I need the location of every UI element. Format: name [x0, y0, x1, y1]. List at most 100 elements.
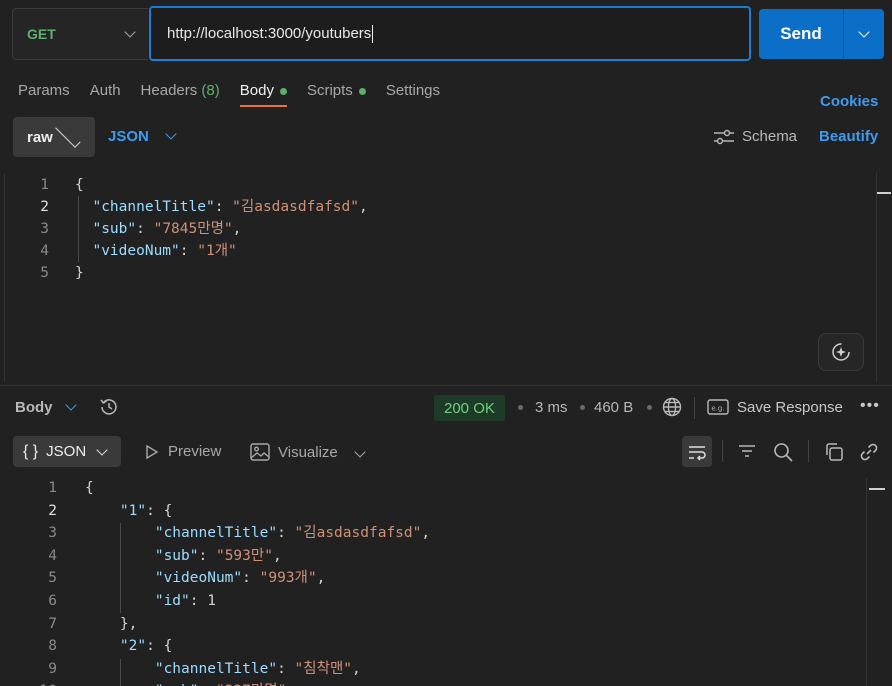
- send-button-group[interactable]: Send: [759, 9, 884, 59]
- json-key: "1": [119, 502, 147, 519]
- modified-dot-icon: [279, 87, 287, 95]
- divider: [694, 397, 695, 419]
- history-icon[interactable]: [98, 396, 120, 423]
- chevron-down-icon: [165, 128, 177, 140]
- punctuation: ,: [358, 199, 368, 215]
- save-response-button[interactable]: e.g. Save Response: [707, 398, 843, 416]
- code-line: }: [75, 265, 84, 281]
- filter-icon[interactable]: [737, 441, 757, 466]
- send-button[interactable]: Send: [759, 9, 843, 59]
- cookies-link[interactable]: Cookies: [820, 93, 878, 110]
- beautify-button[interactable]: Beautify: [819, 128, 878, 145]
- wrap-lines-button[interactable]: [682, 436, 712, 467]
- line-number: 5: [40, 265, 49, 281]
- tab-auth[interactable]: Auth: [90, 82, 121, 107]
- url-input[interactable]: http://localhost:3000/youtubers: [149, 6, 751, 61]
- copy-icon[interactable]: [823, 441, 845, 468]
- punctuation: ,: [316, 570, 326, 587]
- visualize-dropdown[interactable]: [354, 443, 366, 461]
- body-type-label: raw: [27, 128, 53, 146]
- image-icon: [250, 443, 270, 461]
- tab-label: Params: [18, 82, 70, 99]
- response-scrollbar[interactable]: [866, 478, 892, 686]
- punctuation: : {: [146, 638, 173, 655]
- tab-body[interactable]: Body: [239, 82, 288, 107]
- json-key: "sub": [92, 221, 137, 237]
- punctuation: ,: [352, 660, 361, 677]
- chevron-down-icon: [858, 26, 870, 38]
- json-key: "id": [154, 592, 190, 609]
- line-number: 2: [48, 502, 57, 519]
- response-body-label: Body: [15, 399, 53, 416]
- headers-count-badge: (8): [201, 82, 220, 99]
- json-value: "993개": [259, 570, 317, 587]
- method-select[interactable]: GET: [12, 8, 148, 60]
- sparkle-icon: [832, 343, 850, 361]
- line-number: 9: [48, 660, 57, 677]
- tab-scripts[interactable]: Scripts: [307, 82, 366, 107]
- send-dropdown-button[interactable]: [843, 9, 884, 59]
- separator-dot: [647, 405, 652, 410]
- punctuation: ,: [421, 525, 431, 542]
- save-response-label: Save Response: [737, 398, 843, 416]
- code-line: "sub": "593만",: [85, 545, 430, 568]
- raw-format-select[interactable]: JSON: [108, 128, 177, 145]
- editor-scrollbar[interactable]: [876, 172, 891, 382]
- chevron-down-icon: [354, 446, 366, 458]
- chevron-down-icon: [96, 443, 108, 456]
- preview-tab[interactable]: Preview: [144, 443, 221, 460]
- tab-label: Settings: [385, 82, 441, 99]
- line-number: 4: [48, 547, 57, 564]
- json-value: "7845만명": [153, 221, 233, 237]
- globe-icon[interactable]: [661, 396, 683, 423]
- response-format-select[interactable]: { } JSON: [13, 436, 121, 467]
- body-type-select[interactable]: raw: [13, 117, 95, 157]
- braces-icon: { }: [23, 442, 39, 460]
- chevron-down-icon: [124, 26, 136, 38]
- tab-label: Scripts: [306, 82, 353, 99]
- json-value: "김asdasdfafsd": [232, 199, 359, 215]
- line-number: 2: [40, 199, 49, 215]
- punctuation: :: [277, 525, 295, 542]
- svg-text:e.g.: e.g.: [711, 405, 724, 413]
- json-value: "1개": [197, 243, 237, 259]
- response-line-numbers: 1 2 3 4 5 6 7 8 9 10: [30, 477, 57, 686]
- punctuation: : {: [146, 502, 173, 519]
- request-code: { "channelTitle": "김asdasdfafsd", "sub":…: [75, 174, 368, 284]
- search-icon[interactable]: [772, 441, 794, 468]
- pane-divider[interactable]: [0, 385, 892, 386]
- method-label: GET: [27, 26, 56, 42]
- line-number: 3: [40, 221, 49, 237]
- link-icon[interactable]: [858, 441, 880, 468]
- json-key: "channelTitle": [154, 525, 278, 542]
- tab-params[interactable]: Params: [18, 82, 70, 107]
- ai-assist-button[interactable]: [818, 333, 864, 371]
- preview-label: Preview: [168, 443, 222, 460]
- line-number: 10: [30, 680, 57, 686]
- request-tabs: Params Auth Headers (8) Body Scripts Set…: [18, 82, 460, 107]
- example-icon: e.g.: [707, 399, 729, 415]
- json-value: "김asdasdfafsd": [294, 525, 422, 542]
- line-number: 8: [48, 638, 57, 655]
- code-line: },: [85, 613, 430, 636]
- punctuation: :: [189, 592, 208, 609]
- visualize-tab[interactable]: Visualize: [250, 443, 338, 461]
- line-number: 6: [48, 592, 57, 609]
- code-line: "1": {: [85, 500, 430, 523]
- more-options-icon[interactable]: •••: [860, 397, 880, 415]
- response-time[interactable]: 3 ms: [535, 399, 568, 416]
- tab-headers[interactable]: Headers (8): [141, 82, 220, 107]
- tab-label: Headers: [140, 82, 198, 99]
- tab-settings[interactable]: Settings: [386, 82, 440, 107]
- response-size[interactable]: 460 B: [594, 399, 633, 416]
- code-line: "videoNum": "993개",: [85, 567, 430, 590]
- schema-button[interactable]: Schema: [713, 128, 797, 145]
- code-line: "channelTitle": "침착맨",: [85, 658, 430, 681]
- json-key: "channelTitle": [92, 199, 215, 215]
- separator-dot: [580, 405, 585, 410]
- status-badge[interactable]: 200 OK: [434, 395, 505, 421]
- response-body-select[interactable]: Body: [15, 399, 77, 416]
- code-line: "channelTitle": "김asdasdfafsd",: [92, 199, 368, 215]
- raw-format-label: JSON: [108, 128, 149, 145]
- punctuation: :: [242, 570, 260, 587]
